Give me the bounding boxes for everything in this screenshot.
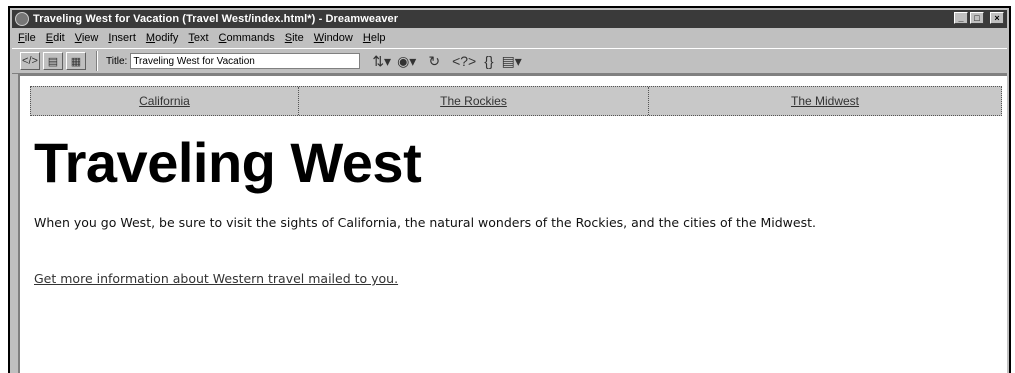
- menu-modify[interactable]: Modify: [141, 32, 183, 44]
- window-title: Traveling West for Vacation (Travel West…: [33, 13, 399, 25]
- nav-cell-rockies: The Rockies: [299, 87, 649, 115]
- info-mail-link[interactable]: Get more information about Western trave…: [34, 271, 398, 286]
- window-controls: _ □ ×: [954, 12, 1004, 24]
- view-options-icon[interactable]: ▤▾: [502, 53, 522, 70]
- toolbar-separator: [96, 51, 98, 71]
- title-label: Title:: [106, 55, 128, 67]
- menu-commands[interactable]: Commands: [214, 32, 280, 44]
- intro-paragraph: When you go West, be sure to visit the s…: [34, 215, 816, 230]
- nav-table: California The Rockies The Midwest: [30, 86, 1002, 116]
- menu-edit[interactable]: Edit: [41, 32, 70, 44]
- menu-view[interactable]: View: [70, 32, 104, 44]
- title-bar[interactable]: Traveling West for Vacation (Travel West…: [12, 10, 1007, 28]
- minimize-button[interactable]: _: [954, 12, 968, 24]
- nav-cell-midwest: The Midwest: [649, 87, 1001, 115]
- preview-browser-icon[interactable]: ◉▾: [397, 53, 416, 70]
- file-management-icon[interactable]: ⇅▾: [372, 53, 391, 70]
- nav-cell-california: California: [31, 87, 299, 115]
- close-button[interactable]: ×: [990, 12, 1004, 24]
- menu-text[interactable]: Text: [183, 32, 213, 44]
- info-link-container: Get more information about Western trave…: [34, 271, 398, 286]
- refresh-icon[interactable]: ↻: [428, 53, 440, 70]
- split-view-icon[interactable]: ▤: [43, 52, 63, 70]
- code-view-icon[interactable]: </>: [20, 52, 40, 70]
- nav-link-california[interactable]: California: [139, 94, 190, 108]
- menu-file[interactable]: File: [12, 32, 41, 44]
- menu-window[interactable]: Window: [309, 32, 358, 44]
- page-heading: Traveling West: [34, 131, 422, 194]
- page-title-input[interactable]: [130, 53, 361, 69]
- dreamweaver-window: Traveling West for Vacation (Travel West…: [8, 6, 1011, 373]
- reference-icon[interactable]: <?>: [452, 53, 476, 69]
- dreamweaver-app-icon[interactable]: [15, 12, 29, 26]
- design-view-icon[interactable]: ▦: [66, 52, 86, 70]
- nav-link-midwest[interactable]: The Midwest: [791, 94, 859, 108]
- maximize-button[interactable]: □: [970, 12, 984, 24]
- menu-site[interactable]: Site: [280, 32, 309, 44]
- menu-help[interactable]: Help: [358, 32, 391, 44]
- menu-insert[interactable]: Insert: [103, 32, 141, 44]
- nav-link-rockies[interactable]: The Rockies: [440, 94, 507, 108]
- code-navigation-icon[interactable]: {}: [484, 53, 493, 69]
- document-toolbar: </> ▤ ▦ Title: ⇅▾ ◉▾ ↻ <?> {} ▤▾: [12, 48, 1007, 74]
- design-view[interactable]: California The Rockies The Midwest Trave…: [18, 74, 1007, 373]
- menu-bar: File Edit View Insert Modify Text Comman…: [12, 30, 1007, 46]
